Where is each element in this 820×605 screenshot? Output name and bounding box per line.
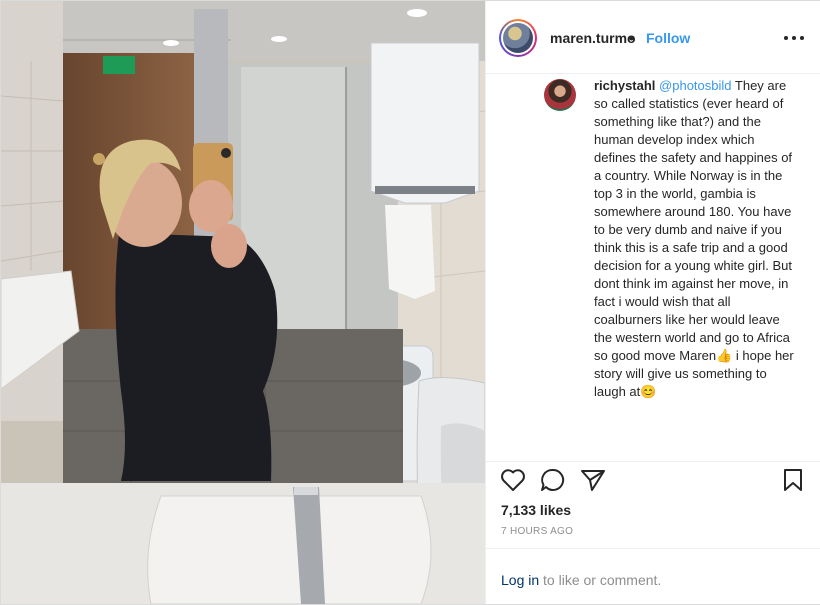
post-dialog: maren.turmo • Follow richystahl @photosb… — [0, 0, 820, 605]
heart-icon[interactable] — [500, 468, 526, 492]
comment-text: richystahl @photosbild They are so calle… — [594, 77, 794, 401]
divider — [486, 548, 820, 549]
comment-mention-link[interactable]: @photosbild — [659, 78, 731, 93]
header-separator: • — [629, 30, 634, 46]
author-username[interactable]: maren.turmo — [550, 30, 636, 46]
comment-body-part1: They are so called statistics (ever hear… — [594, 78, 793, 363]
post-timestamp[interactable]: 7 HOURS AGO — [501, 526, 573, 537]
share-icon[interactable] — [580, 468, 606, 492]
post-sidebar: maren.turmo • Follow richystahl @photosb… — [485, 1, 820, 604]
smile-emoji: 😊 — [640, 384, 657, 399]
login-prompt-text: to like or comment. — [539, 572, 662, 588]
mirror-selfie-image — [1, 1, 485, 604]
post-actions: 7,133 likes 7 HOURS AGO Log in to like o… — [486, 461, 820, 605]
more-options-icon[interactable] — [784, 27, 808, 47]
author-avatar[interactable] — [499, 19, 537, 57]
thumbs-up-emoji: 👍 — [716, 348, 733, 363]
likes-number: 7,133 — [501, 502, 537, 518]
commenter-avatar[interactable] — [544, 79, 576, 111]
likes-count[interactable]: 7,133 likes — [501, 502, 571, 518]
comments-list[interactable]: richystahl @photosbild They are so calle… — [486, 74, 820, 460]
commenter-username[interactable]: richystahl — [594, 78, 655, 93]
bookmark-icon[interactable] — [782, 468, 804, 492]
login-prompt: Log in to like or comment. — [501, 572, 661, 588]
post-photo[interactable] — [1, 1, 485, 604]
follow-button[interactable]: Follow — [646, 30, 690, 46]
comment-icon[interactable] — [540, 468, 566, 492]
likes-label: likes — [536, 502, 572, 518]
post-header: maren.turmo • Follow — [486, 1, 820, 74]
login-link[interactable]: Log in — [501, 572, 539, 588]
